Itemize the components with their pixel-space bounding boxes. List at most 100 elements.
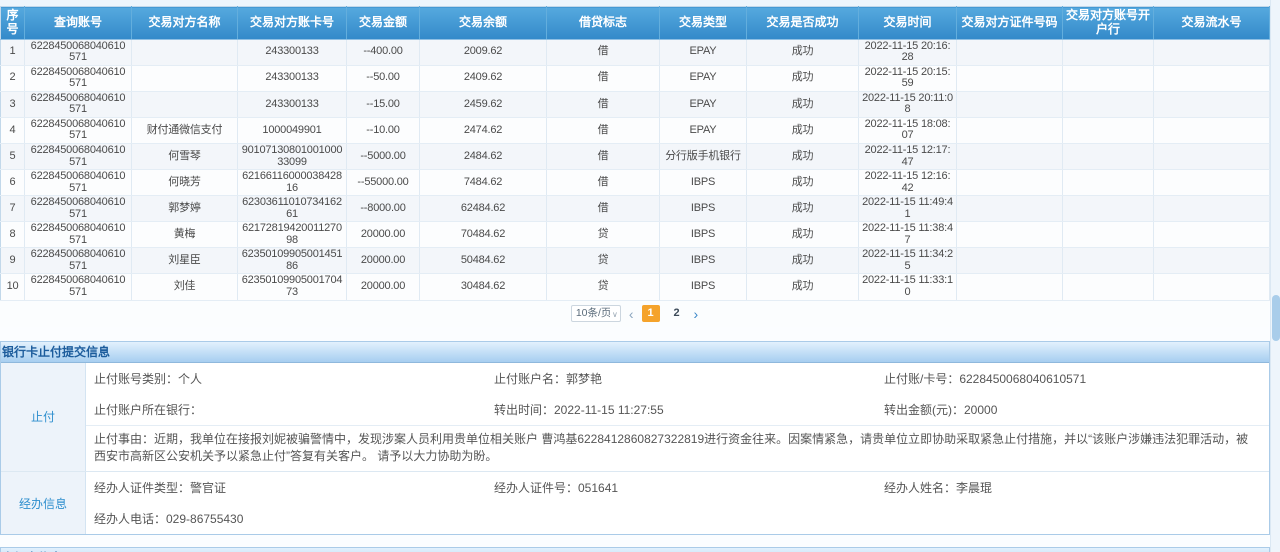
cell-query-account: 6228450068040610571 [25, 143, 132, 169]
cell-success: 成功 [747, 65, 859, 91]
cell-seq: 7 [1, 196, 25, 222]
transaction-row[interactable]: 6 6228450068040610571 何晓芳 62166116000038… [1, 170, 1270, 196]
cell-opening-bank [1063, 117, 1154, 143]
cell-debit-credit-flag: 借 [547, 91, 660, 117]
cell-opening-bank [1063, 222, 1154, 248]
cell-serial-no [1154, 222, 1270, 248]
cell-amount: --8000.00 [347, 196, 420, 222]
cell-counterparty-card: 243300133 [238, 65, 347, 91]
cell-query-account: 6228450068040610571 [25, 65, 132, 91]
cell-counterparty-card: 6235010990500170473 [238, 274, 347, 300]
cell-counterparty-name: 郭梦婷 [132, 196, 238, 222]
page-button-1[interactable]: 1 [642, 305, 660, 322]
cell-query-account: 6228450068040610571 [25, 117, 132, 143]
transaction-row[interactable]: 9 6228450068040610571 刘星臣 62350109905001… [1, 248, 1270, 274]
transaction-row[interactable]: 10 6228450068040610571 刘佳 62350109905001… [1, 274, 1270, 300]
cell-balance: 2484.62 [420, 143, 547, 169]
cell-seq: 3 [1, 91, 25, 117]
cell-opening-bank [1063, 196, 1154, 222]
prev-page-icon[interactable]: ‹ [629, 306, 634, 322]
cell-success: 成功 [747, 248, 859, 274]
transaction-row[interactable]: 8 6228450068040610571 黄梅 621728194200112… [1, 222, 1270, 248]
cell-debit-credit-flag: 贷 [547, 222, 660, 248]
field-operator-cert-no: 经办人证件号：051641 [486, 472, 876, 503]
cell-serial-no [1154, 39, 1270, 65]
cell-opening-bank [1063, 65, 1154, 91]
cell-debit-credit-flag: 贷 [547, 248, 660, 274]
cell-serial-no [1154, 91, 1270, 117]
next-page-icon[interactable]: › [694, 306, 699, 322]
cell-cert-no [957, 65, 1063, 91]
cell-seq: 8 [1, 222, 25, 248]
cell-txn-time: 2022-11-15 20:11:08 [859, 91, 957, 117]
cell-txn-type: IBPS [660, 170, 747, 196]
transaction-table: 序号 查询账号 交易对方名称 交易对方账卡号 交易金额 交易余额 借贷标志 交易… [0, 6, 1270, 301]
cell-seq: 2 [1, 65, 25, 91]
cell-amount: --55000.00 [347, 170, 420, 196]
cell-success: 成功 [747, 117, 859, 143]
cell-amount: 20000.00 [347, 248, 420, 274]
cell-balance: 62484.62 [420, 196, 547, 222]
transaction-row[interactable]: 1 6228450068040610571 243300133 --400.00… [1, 39, 1270, 65]
cell-success: 成功 [747, 274, 859, 300]
cell-balance: 2009.62 [420, 39, 547, 65]
cell-opening-bank [1063, 39, 1154, 65]
cell-debit-credit-flag: 贷 [547, 274, 660, 300]
field-operator-cert-type: 经办人证件类型：警官证 [86, 472, 486, 503]
col-cert-no: 交易对方证件号码 [957, 7, 1063, 40]
transaction-row[interactable]: 3 6228450068040610571 243300133 --15.00 … [1, 91, 1270, 117]
cell-balance: 30484.62 [420, 274, 547, 300]
scrollbar-thumb[interactable] [1272, 295, 1280, 341]
transaction-row[interactable]: 2 6228450068040610571 243300133 --50.00 … [1, 65, 1270, 91]
cell-txn-type: IBPS [660, 274, 747, 300]
cell-txn-type: EPAY [660, 117, 747, 143]
cell-serial-no [1154, 65, 1270, 91]
cell-amount: --5000.00 [347, 143, 420, 169]
cell-opening-bank [1063, 170, 1154, 196]
col-counterparty-name: 交易对方名称 [132, 7, 238, 40]
cell-txn-time: 2022-11-15 12:16:42 [859, 170, 957, 196]
cell-debit-credit-flag: 借 [547, 39, 660, 65]
cell-cert-no [957, 91, 1063, 117]
cell-counterparty-card: 243300133 [238, 39, 347, 65]
col-seq: 序号 [1, 7, 25, 40]
stop-payment-panel: 银行卡止付提交信息 止付 止付账号类别：个人 止付账户名：郭梦艳 止付账/卡号：… [0, 341, 1270, 536]
cell-debit-credit-flag: 借 [547, 196, 660, 222]
col-balance: 交易余额 [420, 7, 547, 40]
cell-debit-credit-flag: 借 [547, 117, 660, 143]
cell-cert-no [957, 117, 1063, 143]
cell-query-account: 6228450068040610571 [25, 170, 132, 196]
cell-balance: 2474.62 [420, 117, 547, 143]
cell-query-account: 6228450068040610571 [25, 222, 132, 248]
cell-serial-no [1154, 143, 1270, 169]
chevron-down-icon: ∨ [610, 307, 618, 322]
cell-txn-type: IBPS [660, 196, 747, 222]
cell-txn-time: 2022-11-15 20:15:59 [859, 65, 957, 91]
multi-card-panel-title: 多级卡信息 [1, 548, 1269, 552]
cell-counterparty-name: 财付通微信支付 [132, 117, 238, 143]
cell-amount: --15.00 [347, 91, 420, 117]
cell-txn-type: EPAY [660, 65, 747, 91]
cell-success: 成功 [747, 91, 859, 117]
cell-counterparty-name: 何晓芳 [132, 170, 238, 196]
cell-counterparty-card: 6235010990500145186 [238, 248, 347, 274]
transaction-row[interactable]: 5 6228450068040610571 何雪琴 90107130801001… [1, 143, 1270, 169]
vertical-scrollbar[interactable] [1270, 0, 1280, 552]
col-counterparty-card: 交易对方账卡号 [238, 7, 347, 40]
page-size-select[interactable]: 10条/页 ∨ [571, 305, 621, 322]
page-button-2[interactable]: 2 [668, 305, 686, 322]
cell-query-account: 6228450068040610571 [25, 39, 132, 65]
transaction-row[interactable]: 4 6228450068040610571 财付通微信支付 1000049901… [1, 117, 1270, 143]
cell-query-account: 6228450068040610571 [25, 91, 132, 117]
cell-seq: 1 [1, 39, 25, 65]
cell-success: 成功 [747, 196, 859, 222]
cell-success: 成功 [747, 222, 859, 248]
cell-serial-no [1154, 196, 1270, 222]
transaction-row[interactable]: 7 6228450068040610571 郭梦婷 62303611010734… [1, 196, 1270, 222]
cell-cert-no [957, 222, 1063, 248]
stop-payment-reason: 止付事由：近期，我单位在接报刘妮被骗警情中，发现涉案人员利用贵单位相关账户 曹鸿… [86, 425, 1269, 472]
stop-payment-group-label: 止付 [1, 363, 86, 472]
page-size-label: 10条/页 [576, 307, 612, 319]
cell-txn-type: 分行版手机银行 [660, 143, 747, 169]
stop-payment-page: 序号 查询账号 交易对方名称 交易对方账卡号 交易金额 交易余额 借贷标志 交易… [0, 0, 1280, 552]
